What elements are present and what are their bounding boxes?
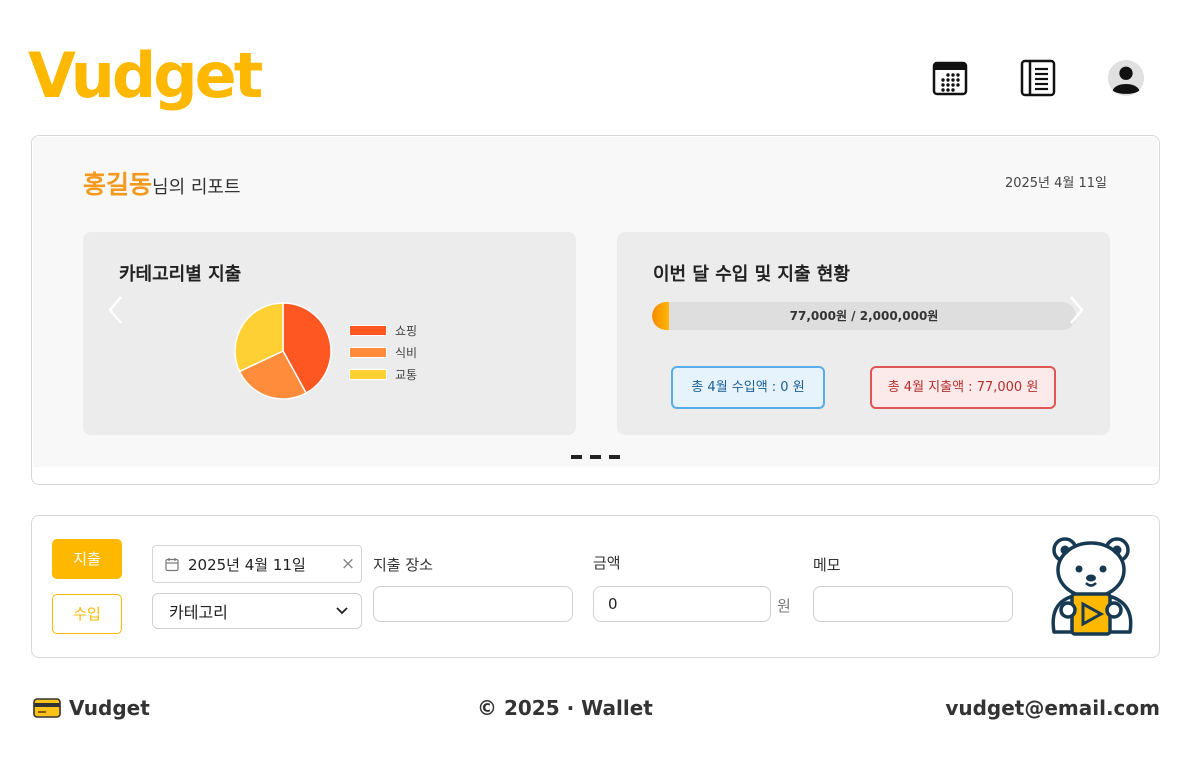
user-avatar-icon[interactable]: [1107, 58, 1145, 98]
amount-unit: 원: [777, 597, 791, 615]
carousel-dot[interactable]: [571, 455, 582, 459]
legend-item: 식비: [349, 341, 417, 363]
bear-submit-icon[interactable]: [1048, 536, 1138, 642]
report-title-suffix: 님의 리포트: [152, 177, 241, 198]
place-input[interactable]: [373, 586, 573, 622]
ledger-icon[interactable]: [1019, 58, 1057, 98]
carousel-next-icon[interactable]: [1066, 295, 1086, 325]
date-value: 2025년 4월 11일: [188, 555, 306, 574]
date-picker[interactable]: 2025년 4월 11일 ×: [152, 545, 362, 583]
budget-progress-bar: 77,000원 / 2,000,000원: [652, 302, 1076, 330]
expense-total-badge: 총 4월 지출액 : 77,000 원: [870, 366, 1056, 409]
clear-date-icon[interactable]: ×: [335, 554, 361, 574]
legend-item: 쇼핑: [349, 319, 417, 341]
legend-label: 식비: [395, 345, 418, 360]
category-pie-chart: [234, 302, 332, 400]
footer-copyright: © 2025 · Wallet: [477, 696, 653, 720]
pie-legend: 쇼핑식비교통: [349, 319, 417, 385]
entry-form: 지출 수입 2025년 4월 11일 × 카테고리 지출 장소 금액 0 원 메…: [31, 515, 1160, 658]
legend-item: 교통: [349, 363, 417, 385]
summary-panel-title: 이번 달 수입 및 지출 현황: [653, 264, 850, 285]
calendar-small-icon: [165, 557, 179, 571]
amount-input[interactable]: 0: [593, 586, 771, 622]
user-name: 홍길동: [83, 170, 153, 199]
wallet-card-icon: [33, 698, 61, 718]
report-title: 홍길동님의 리포트: [83, 165, 241, 201]
category-select-value: 카테고리: [169, 603, 228, 622]
place-label: 지출 장소: [373, 556, 433, 574]
legend-label: 쇼핑: [395, 323, 418, 338]
category-select[interactable]: 카테고리: [152, 593, 362, 629]
expense-toggle-button[interactable]: 지출: [52, 539, 122, 579]
legend-swatch: [349, 346, 387, 358]
chevron-down-icon: [336, 607, 348, 615]
legend-swatch: [349, 324, 387, 336]
footer-email[interactable]: vudget@email.com: [945, 696, 1160, 720]
memo-input[interactable]: [813, 586, 1013, 622]
memo-label: 메모: [813, 556, 841, 574]
footer-brand: Vudget: [33, 696, 150, 720]
report-date: 2025년 4월 11일: [1004, 176, 1107, 191]
income-toggle-button[interactable]: 수입: [52, 594, 122, 634]
carousel-prev-icon[interactable]: [106, 295, 126, 325]
vudget-logo[interactable]: Vudget: [28, 36, 263, 116]
header-icons: [931, 58, 1145, 98]
carousel-dots: [571, 455, 620, 459]
income-total-badge: 총 4월 수입액 : 0 원: [671, 366, 825, 409]
monthly-summary-panel: 이번 달 수입 및 지출 현황 77,000원 / 2,000,000원 총 4…: [617, 232, 1110, 435]
carousel-dot[interactable]: [590, 455, 601, 459]
budget-progress-text: 77,000원 / 2,000,000원: [789, 309, 939, 323]
amount-label: 금액: [593, 554, 621, 572]
legend-swatch: [349, 368, 387, 380]
report-carousel: 홍길동님의 리포트 2025년 4월 11일 카테고리별 지출 쇼핑식비교통 이…: [33, 137, 1158, 467]
carousel-dot[interactable]: [609, 455, 620, 459]
legend-label: 교통: [395, 367, 418, 382]
footer-brand-text: Vudget: [69, 696, 150, 720]
report-card: 홍길동님의 리포트 2025년 4월 11일 카테고리별 지출 쇼핑식비교통 이…: [31, 135, 1160, 485]
category-expense-panel: 카테고리별 지출 쇼핑식비교통: [83, 232, 576, 435]
category-panel-title: 카테고리별 지출: [119, 264, 242, 285]
calendar-icon[interactable]: [931, 58, 969, 98]
